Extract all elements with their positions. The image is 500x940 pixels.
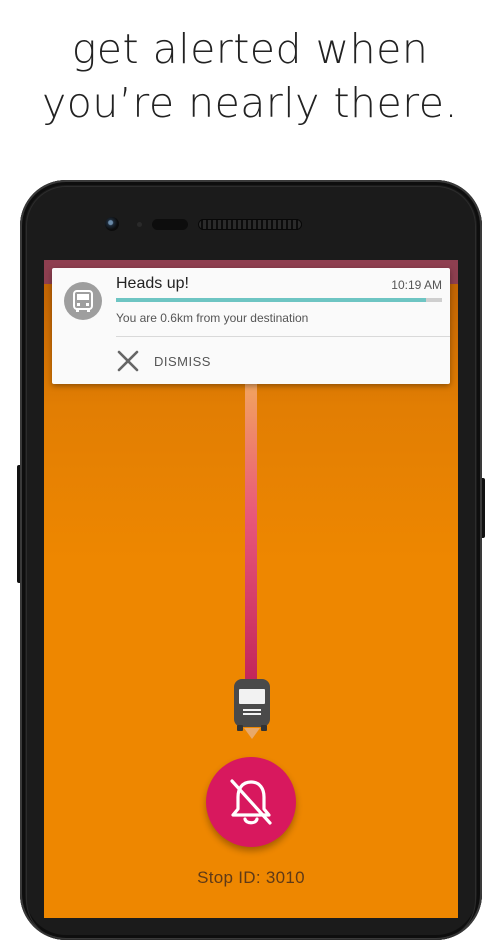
dismiss-button[interactable]: DISMISS xyxy=(116,338,211,384)
distance-progress-bar xyxy=(116,298,442,302)
bus-icon xyxy=(73,290,93,312)
bus-location-marker xyxy=(230,673,274,747)
notification-app-icon xyxy=(64,282,102,320)
notification-time: 10:19 AM xyxy=(391,278,442,292)
alarm-toggle-button[interactable] xyxy=(206,757,296,847)
stop-id-label: Stop ID: 3010 xyxy=(197,868,305,887)
dismiss-label: DISMISS xyxy=(154,353,211,369)
light-sensor xyxy=(152,219,188,230)
heads-up-notification[interactable]: Heads up! 10:19 AM You are 0.6km from yo… xyxy=(52,268,450,384)
bus-icon xyxy=(234,679,270,739)
notification-message: You are 0.6km from your destination xyxy=(116,311,309,325)
close-icon xyxy=(117,350,139,372)
proximity-sensor xyxy=(137,222,142,227)
headline-line-2: you’re nearly there. xyxy=(42,79,458,127)
headline: get alerted when you’re nearly there. xyxy=(0,22,500,130)
notification-divider xyxy=(116,336,450,337)
front-camera xyxy=(105,217,119,231)
alarm-off-icon xyxy=(230,779,272,825)
route-line xyxy=(245,382,257,682)
distance-progress-fill xyxy=(116,298,426,302)
earpiece-speaker xyxy=(198,219,302,230)
headline-line-1: get alerted when xyxy=(71,25,429,73)
notification-title: Heads up! xyxy=(116,275,189,292)
